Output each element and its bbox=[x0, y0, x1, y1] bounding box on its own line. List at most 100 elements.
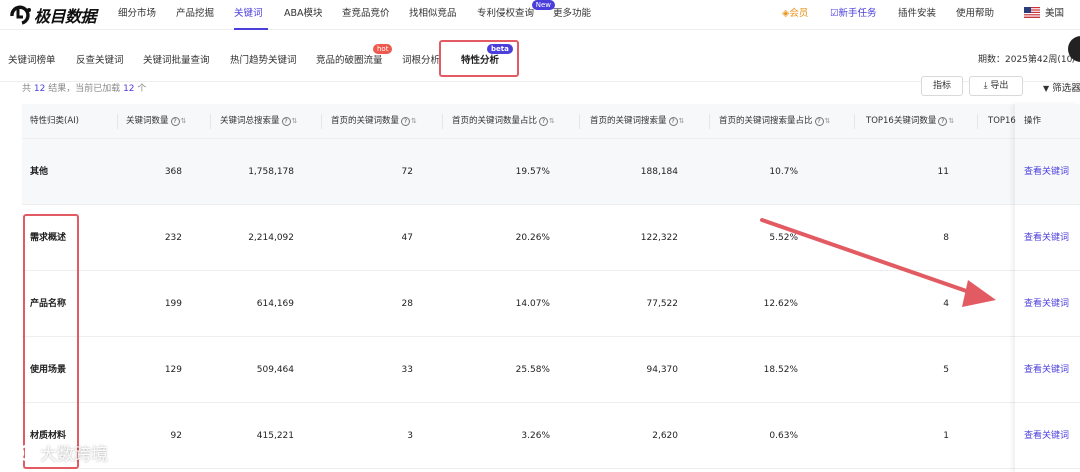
help-icon[interactable]: ? bbox=[170, 117, 180, 126]
nav-item-product-mining[interactable]: 产品挖掘 bbox=[176, 0, 234, 30]
table-row: 使用场景 129 509,464 33 25.58% 94,370 18.52% 5 查看关键词 bbox=[22, 337, 1080, 403]
filter-button[interactable]: ▼ 筛选器 bbox=[1043, 80, 1080, 94]
help-icon[interactable]: ? bbox=[814, 117, 824, 126]
header-label: 首页的关键词搜索量占比 bbox=[719, 116, 813, 126]
column-divider[interactable] bbox=[709, 114, 710, 129]
cell-feature-category: 其他 bbox=[30, 167, 49, 177]
help-icon[interactable]: ? bbox=[668, 117, 678, 126]
cell-firstpage-count: 72 bbox=[401, 167, 413, 177]
main-nav: 细分市场 产品挖掘 关键词 ABA模块 查竞品竞价 找相似竞品 专利侵权查询 N… bbox=[118, 0, 613, 30]
cell-total-search: 415,221 bbox=[256, 431, 294, 441]
column-divider[interactable] bbox=[442, 114, 443, 129]
sort-filter-icon[interactable]: ⇅ bbox=[292, 104, 298, 139]
header-firstpage-count[interactable]: 首页的关键词数量? ⇅ bbox=[331, 104, 417, 139]
sort-filter-icon[interactable]: ⇅ bbox=[948, 104, 954, 139]
column-divider[interactable] bbox=[977, 114, 978, 129]
period-selector[interactable]: 期数：2025第42周(10/ bbox=[978, 52, 1075, 65]
region-label: 美国 bbox=[1045, 8, 1065, 19]
cell-total-search: 614,169 bbox=[256, 299, 294, 309]
plugin-label: 插件安装 bbox=[898, 8, 937, 19]
sort-filter-icon[interactable]: ⇅ bbox=[549, 104, 555, 139]
cell-firstpage-ratio: 19.57% bbox=[515, 167, 550, 177]
column-divider[interactable] bbox=[854, 114, 855, 129]
nav-item-aba[interactable]: ABA模块 bbox=[284, 0, 342, 30]
nav-item-competitor-bidding[interactable]: 查竞品竞价 bbox=[342, 0, 409, 30]
header-firstpage-search[interactable]: 首页的关键词搜索量? ⇅ bbox=[590, 104, 684, 139]
tab-root-analysis[interactable]: 词根分析 bbox=[402, 52, 440, 66]
nav-item-market[interactable]: 细分市场 bbox=[118, 0, 176, 30]
sort-filter-icon[interactable]: ⇅ bbox=[679, 104, 685, 139]
sort-filter-icon[interactable]: ⇅ bbox=[181, 104, 187, 139]
result-total: 12 bbox=[33, 84, 46, 94]
header-feature-category: 特性归类(AI) bbox=[30, 104, 79, 139]
table-row: 材质材料 92 415,221 3 3.26% 2,620 0.63% 1 查看关键词 bbox=[22, 403, 1080, 469]
help-icon[interactable]: ? bbox=[401, 117, 411, 126]
cell-firstpage-search-ratio: 5.52% bbox=[769, 233, 798, 243]
header-label: TOP16 bbox=[988, 116, 1016, 126]
period-label: 期数：2025第42周(10/ bbox=[978, 55, 1076, 65]
vip-label: 会员 bbox=[789, 8, 809, 19]
nav-item-label: ABA模块 bbox=[284, 8, 323, 19]
cell-keyword-count: 199 bbox=[164, 299, 182, 309]
header-firstpage-ratio[interactable]: 首页的关键词数量占比? ⇅ bbox=[452, 104, 555, 139]
cell-keyword-count: 92 bbox=[170, 431, 182, 441]
nav-item-patent-check[interactable]: 专利侵权查询 New bbox=[477, 0, 555, 30]
cell-firstpage-ratio: 25.58% bbox=[515, 365, 550, 375]
cell-top16-count: 5 bbox=[943, 365, 949, 375]
filter-label: 筛选器 bbox=[1052, 83, 1080, 94]
top-navigation-bar: 极目数据 细分市场 产品挖掘 关键词 ABA模块 查竞品竞价 找相似竞品 专利侵… bbox=[0, 0, 1080, 30]
header-label: 关键词总搜索量 bbox=[220, 116, 280, 126]
nav-item-label: 查竞品竞价 bbox=[342, 8, 390, 19]
help-icon[interactable]: ? bbox=[938, 117, 948, 126]
column-divider[interactable] bbox=[117, 114, 118, 129]
nav-item-keywords[interactable]: 关键词 bbox=[234, 0, 268, 30]
nav-item-more[interactable]: 更多功能 bbox=[553, 0, 613, 30]
help-link[interactable]: 使用帮助 bbox=[956, 0, 994, 28]
tab-breakout-traffic[interactable]: 竞品的破圈流量 hot bbox=[316, 44, 393, 66]
tab-label: 热门趋势关键词 bbox=[230, 55, 297, 66]
sort-filter-icon[interactable]: ⇅ bbox=[411, 104, 417, 139]
download-icon: ⤓ bbox=[983, 81, 988, 91]
metrics-button[interactable]: 指标 bbox=[921, 76, 963, 96]
tab-batch-keyword[interactable]: 关键词批量查询 bbox=[143, 52, 210, 66]
actions-column-shadow bbox=[1015, 104, 1080, 472]
nav-item-label: 找相似竞品 bbox=[409, 8, 457, 19]
export-button[interactable]: ⤓ 导出 bbox=[969, 76, 1023, 96]
result-suffix: 个 bbox=[134, 84, 147, 94]
plugin-install-link[interactable]: 插件安装 bbox=[898, 0, 936, 28]
brand-logo[interactable]: 极目数据 bbox=[8, 4, 97, 26]
help-label: 使用帮助 bbox=[956, 8, 995, 19]
header-firstpage-search-ratio[interactable]: 首页的关键词搜索量占比? ⇅ bbox=[719, 104, 830, 139]
header-top16-count[interactable]: TOP16关键词数量? ⇅ bbox=[866, 104, 954, 139]
cell-keyword-count: 232 bbox=[164, 233, 182, 243]
header-top16-truncated[interactable]: TOP16 bbox=[988, 104, 1016, 139]
metrics-label: 指标 bbox=[932, 81, 951, 91]
column-divider[interactable] bbox=[321, 114, 322, 129]
newbie-task-link[interactable]: ☑新手任务 bbox=[830, 0, 877, 28]
cell-top16-count: 8 bbox=[943, 233, 949, 243]
region-selector[interactable]: 美国 bbox=[1024, 0, 1064, 28]
cell-firstpage-search-ratio: 18.52% bbox=[763, 365, 798, 375]
help-icon[interactable]: ? bbox=[539, 117, 549, 126]
help-icon[interactable]: ? bbox=[281, 117, 291, 126]
cell-firstpage-search: 122,322 bbox=[640, 233, 678, 243]
result-count: 共 12 结果，当前已加载 12 个 bbox=[22, 81, 146, 94]
sort-filter-icon[interactable]: ⇅ bbox=[825, 104, 831, 139]
tab-reverse-keyword[interactable]: 反查关键词 bbox=[76, 52, 124, 66]
header-total-search[interactable]: 关键词总搜索量? ⇅ bbox=[220, 104, 297, 139]
column-divider[interactable] bbox=[579, 114, 580, 129]
header-label: 首页的关键词搜索量 bbox=[590, 116, 667, 126]
cell-top16-count: 11 bbox=[937, 167, 949, 177]
cell-firstpage-search-ratio: 12.62% bbox=[763, 299, 798, 309]
header-keyword-count[interactable]: 关键词数量? ⇅ bbox=[126, 104, 186, 139]
table-header: 特性归类(AI) 关键词数量? ⇅ 关键词总搜索量? ⇅ 首页的关键词数量? ⇅ 首页… bbox=[22, 104, 1080, 139]
column-divider[interactable] bbox=[210, 114, 211, 129]
nav-item-similar-products[interactable]: 找相似竞品 bbox=[409, 0, 477, 30]
result-loaded: 12 bbox=[123, 84, 135, 94]
annotation-box-categories bbox=[23, 214, 79, 469]
tab-trending-keyword[interactable]: 热门趋势关键词 bbox=[230, 52, 297, 66]
watermark-logo-icon bbox=[7, 444, 36, 461]
header-label: TOP16关键词数量 bbox=[866, 116, 937, 126]
vip-link[interactable]: ◈会员 bbox=[782, 0, 808, 28]
tab-keyword-ranking[interactable]: 关键词榜单 bbox=[8, 52, 56, 66]
